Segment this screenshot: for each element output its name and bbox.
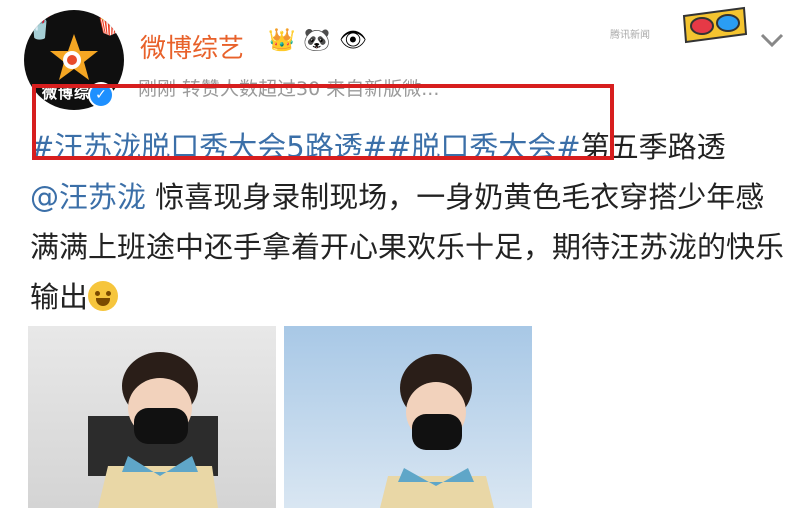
eye-icon: 👁 [338,28,367,53]
panda-icon: 🐼 [303,28,331,53]
laughing-emoji-icon [88,281,119,311]
crown-icon: 👑 [268,28,296,53]
chevron-down-icon[interactable] [752,20,792,60]
mention-link[interactable]: @汪苏泷 [30,180,146,214]
star-logo-icon [50,34,98,80]
post-photo[interactable] [284,326,532,508]
3d-glasses-sticker-icon [682,6,748,44]
highlight-box [32,84,614,160]
account-badges: 👑 🐼 👁 [268,28,367,53]
weibo-post: 🥤 🍿 微博综艺 ✓ 微博综艺 👑 🐼 👁 刚刚 转赞人数超过30 来自新版微.… [0,0,800,508]
watermark: 腾讯新闻 [610,30,650,41]
post-photo[interactable] [28,326,276,508]
popcorn-icon: 🍿 [96,12,124,37]
person-photo-image [88,352,218,508]
account-name[interactable]: 微博综艺 [140,28,244,65]
person-photo-image [380,354,494,508]
